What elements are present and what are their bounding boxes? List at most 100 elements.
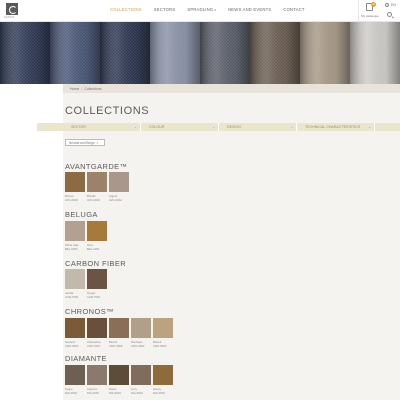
fabric-shading <box>250 22 301 84</box>
swatch-item[interactable]: Ocre BEL-1001 <box>87 221 107 251</box>
main-nav: COLLECTIONS SECTORS SPRADLING▾ NEWS AND … <box>110 7 305 12</box>
fabric-shading <box>50 22 101 84</box>
swatch-item[interactable]: Marzipan CRO-0002 <box>131 318 151 348</box>
breadcrumb: Home / Collections <box>63 84 400 93</box>
catalogue-count-badge: 0 <box>371 2 376 7</box>
swatch-list: Vanilla CAR-7003 Ginger CAR-7001 <box>65 269 107 299</box>
nav-item-sectors[interactable]: SECTORS <box>154 7 176 12</box>
chevron-down-icon: ⌄ <box>290 124 293 129</box>
sahco-logo-icon[interactable] <box>6 3 18 15</box>
swatch-item[interactable]: Honey DIA-0002 <box>153 365 173 395</box>
swatch-color <box>65 318 85 338</box>
swatch-color <box>87 365 107 385</box>
chevron-down-icon: ⌄ <box>134 124 137 129</box>
swatch-item[interactable]: Taupe DIA-0003 <box>65 365 85 395</box>
globe-icon <box>385 3 389 7</box>
swatch-code: CRO-0006 <box>109 344 123 348</box>
filter-sector[interactable]: SECTOR ⌄ <box>65 123 141 131</box>
swatch-color <box>109 172 129 192</box>
collection-name: DIAMANTE <box>65 354 107 363</box>
hero-fabric-image <box>0 22 400 84</box>
swatch-color <box>131 365 151 385</box>
swatch-code: AVG-0002 <box>109 198 122 202</box>
language-selector[interactable]: EN <box>391 3 396 7</box>
nav-item-spradling[interactable]: SPRADLING▾ <box>187 7 216 12</box>
logo-text: SAHCO <box>4 16 15 19</box>
filter-bar: SECTOR ⌄ COLOUR ⌄ DESIGN ⌄ TECHNICAL CHARAC… <box>37 123 400 131</box>
swatch-item[interactable]: Capucci DIA-0004 <box>87 365 107 395</box>
nav-item-news-and-events[interactable]: NEWS AND EVENTS <box>228 7 271 12</box>
collection-avantgarde: AVANTGARDE™ Bronce AVG-0003 Brindle AVG-00… <box>65 162 129 202</box>
site-header: SAHCO COLLECTIONS SECTORS SPRADLING▾ NEW… <box>0 0 400 22</box>
page-title: COLLECTIONS <box>65 105 150 117</box>
breadcrumb-home[interactable]: Home <box>70 87 79 91</box>
swatch-item[interactable]: Ivory DIA-9002 <box>131 365 151 395</box>
breadcrumb-current: Collections <box>84 86 102 91</box>
active-filter-tag[interactable]: Neutral and Beige x <box>65 139 106 146</box>
swatch-code: CRO-0003 <box>153 344 167 348</box>
swatch-color <box>65 172 85 192</box>
search-icon[interactable] <box>387 12 392 17</box>
swatch-list: Taupe DIA-0003 Capucci DIA-0004 Dante DIA-9… <box>65 365 173 395</box>
swatch-code: DIA-0003 <box>65 391 77 395</box>
filter-colour[interactable]: COLOUR ⌄ <box>143 123 219 131</box>
collection-name: CARBON FIBER <box>65 259 127 268</box>
collections-content: COLLECTIONS SECTOR ⌄ COLOUR ⌄ DESIGN ⌄ TECH… <box>37 93 400 400</box>
catalogue-label: My catalogue <box>361 14 379 18</box>
swatch-color <box>131 318 151 338</box>
active-filter-label: Neutral and Beige <box>69 141 95 146</box>
fabric-shading <box>150 22 201 84</box>
swatch-color <box>65 269 85 289</box>
nav-item-contact[interactable]: CONTACT <box>283 7 304 12</box>
fabric-shading <box>300 22 351 84</box>
swatch-item[interactable]: Brindle AVG-0004 <box>87 172 107 202</box>
swatch-item[interactable]: White Clay BEL-0003 <box>65 221 85 251</box>
collection-name: CHRONOS™ <box>65 307 115 316</box>
swatch-item[interactable]: Ginger CAR-7001 <box>87 269 107 299</box>
swatch-list: Sesamo CRO-0004 Chihuahua CRO-0007 Biscuit… <box>65 318 173 348</box>
swatch-list: White Clay BEL-0003 Ocre BEL-1001 <box>65 221 107 251</box>
swatch-item[interactable]: Vanilla CAR-7003 <box>65 269 85 299</box>
filter-design[interactable]: DESIGN ⌄ <box>221 123 297 131</box>
swatch-color <box>153 365 173 385</box>
my-catalogue-button[interactable]: 0 My catalogue <box>359 2 381 20</box>
swatch-code: DIA-0002 <box>153 391 165 395</box>
swatch-color <box>65 365 85 385</box>
swatch-item[interactable]: Biscuit CRO-0003 <box>153 318 173 348</box>
swatch-code: DIA-9002 <box>131 391 143 395</box>
collection-name: BELUGA <box>65 210 98 219</box>
swatch-list: Bronce AVG-0003 Brindle AVG-0004 Argent AVG… <box>65 172 129 202</box>
collection-name: AVANTGARDE™ <box>65 162 128 171</box>
fabric-shading <box>0 22 51 84</box>
swatch-code: BEL-1001 <box>87 247 100 251</box>
chevron-down-icon: ⌄ <box>368 124 371 129</box>
fabric-shading <box>200 22 251 84</box>
nav-item-collections[interactable]: COLLECTIONS <box>110 7 142 12</box>
swatch-color <box>109 318 129 338</box>
filter-technical-characteristics[interactable]: TECHNICAL CHARACTERISTICS ⌄ <box>299 123 375 131</box>
chevron-down-icon: ▾ <box>214 8 217 12</box>
swatch-code: CAR-7003 <box>65 295 79 299</box>
swatch-item[interactable]: Dante DIA-9003 <box>109 365 129 395</box>
collection-beluga: BELUGA White Clay BEL-0003 Ocre BEL-1001 <box>65 210 107 251</box>
swatch-code: BEL-0003 <box>65 247 78 251</box>
swatch-color <box>109 365 129 385</box>
swatch-item[interactable]: Biscuit CRO-0006 <box>109 318 129 348</box>
swatch-code: CRO-0004 <box>65 344 79 348</box>
swatch-item[interactable]: Argent AVG-0002 <box>109 172 129 202</box>
chevron-down-icon: ⌄ <box>212 124 215 129</box>
remove-filter-icon[interactable]: x <box>97 141 99 145</box>
swatch-color <box>87 269 107 289</box>
swatch-code: CAR-7001 <box>87 295 101 299</box>
swatch-code: AVG-0003 <box>65 198 78 202</box>
swatch-item[interactable]: Sesamo CRO-0004 <box>65 318 85 348</box>
fabric-shading <box>350 22 400 84</box>
swatch-item[interactable]: Bronce AVG-0003 <box>65 172 85 202</box>
fabric-shading <box>100 22 151 84</box>
swatch-color <box>153 318 173 338</box>
swatch-code: CRO-0007 <box>87 344 101 348</box>
swatch-color <box>87 172 107 192</box>
swatch-color <box>87 221 107 241</box>
swatch-item[interactable]: Chihuahua CRO-0007 <box>87 318 107 348</box>
collection-carbon-fiber: CARBON FIBER Vanilla CAR-7003 Ginger CAR-7… <box>65 259 127 299</box>
